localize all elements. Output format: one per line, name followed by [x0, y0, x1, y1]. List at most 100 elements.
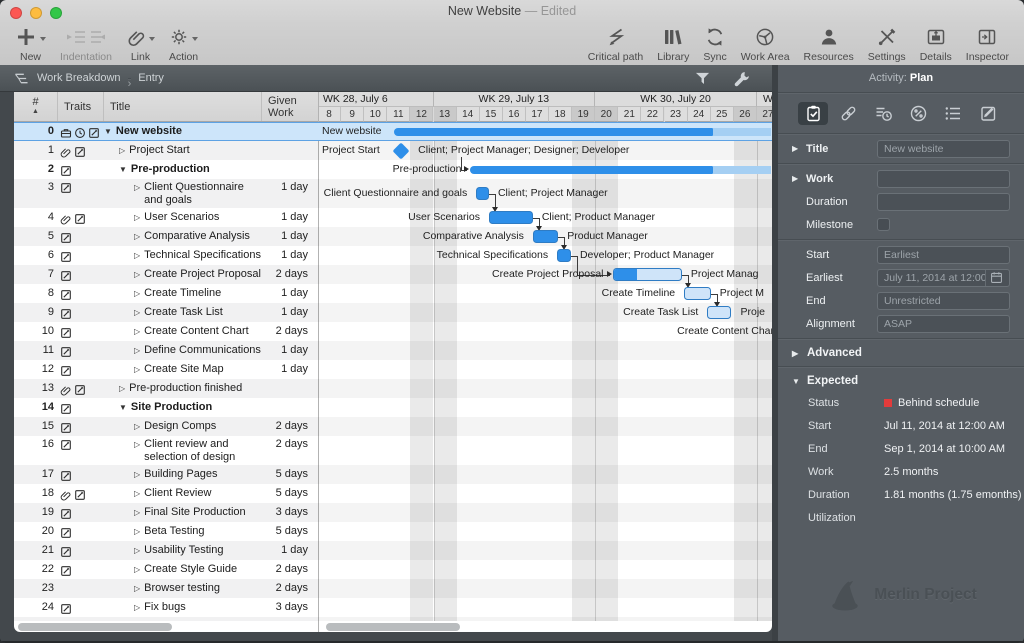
disclosure-triangle[interactable]: ▷	[119, 382, 125, 395]
table-row[interactable]: 9▷Create Task List1 day	[14, 303, 318, 322]
table-row[interactable]: 5▷Comparative Analysis1 day	[14, 227, 318, 246]
disclosure-triangle[interactable]: ▷	[134, 268, 140, 281]
filter-icon[interactable]	[694, 71, 711, 86]
disclosure-triangle[interactable]: ▷	[134, 544, 140, 557]
gantt-bar-task[interactable]	[684, 287, 711, 300]
gantt-row[interactable]	[318, 560, 772, 579]
disclosure-triangle[interactable]: ▷	[134, 582, 140, 595]
disclosure-triangle[interactable]: ▷	[134, 181, 140, 207]
disclosure-triangle[interactable]: ▷	[134, 525, 140, 538]
table-row[interactable]: 11▷Define Communications1 day	[14, 341, 318, 360]
table-row[interactable]: 14▼Site Production	[14, 398, 318, 417]
table-row[interactable]: 18▷Client Review5 days	[14, 484, 318, 503]
toolbar-button-workarea[interactable]: Work Area	[734, 24, 797, 65]
inspector-tab-plan[interactable]	[798, 102, 828, 125]
gantt-row[interactable]	[318, 465, 772, 484]
gantt-bar-task[interactable]	[489, 211, 533, 224]
column-header-traits[interactable]: Traits	[58, 92, 104, 121]
toolbar-button-new[interactable]: New	[8, 24, 53, 65]
gantt-row[interactable]	[318, 579, 772, 598]
table-row[interactable]: 20▷Beta Testing5 days	[14, 522, 318, 541]
disclosure-triangle[interactable]: ▷	[134, 563, 140, 576]
toolbar-button-settings[interactable]: Settings	[861, 24, 913, 65]
alignment-input[interactable]: ASAP	[877, 315, 1010, 333]
gantt-bar-summary[interactable]	[394, 128, 713, 136]
gantt-bar-task[interactable]	[613, 268, 682, 281]
chart-horizontal-scrollbar[interactable]	[326, 623, 460, 631]
table-row[interactable]: 4▷User Scenarios1 day	[14, 208, 318, 227]
gantt-row[interactable]	[318, 522, 772, 541]
gantt-row[interactable]	[318, 303, 772, 322]
gantt-bar-task[interactable]	[476, 187, 489, 200]
column-header-title[interactable]: Title	[104, 92, 262, 121]
table-row[interactable]: 12▷Create Site Map1 day	[14, 360, 318, 379]
start-input[interactable]: Earliest	[877, 246, 1010, 264]
gantt-bar-task[interactable]	[533, 230, 558, 243]
table-row[interactable]: 2▼Pre-production	[14, 160, 318, 179]
gantt-row[interactable]	[318, 503, 772, 522]
table-row[interactable]: 23▷Browser testing2 days	[14, 579, 318, 598]
title-input[interactable]: New website	[877, 140, 1010, 158]
toolbar-button-sync[interactable]: Sync	[696, 24, 733, 65]
disclosure-triangle[interactable]: ▷	[134, 211, 140, 224]
table-row[interactable]: 8▷Create Timeline1 day	[14, 284, 318, 303]
table-row[interactable]: 7▷Create Project Proposal2 days	[14, 265, 318, 284]
disclosure-triangle[interactable]: ▶	[792, 144, 801, 153]
disclosure-triangle[interactable]: ▷	[134, 363, 140, 376]
inspector-tab-utilization[interactable]	[904, 102, 934, 125]
disclosure-triangle[interactable]: ▷	[134, 230, 140, 243]
table-row[interactable]: 19▷Final Site Production3 days	[14, 503, 318, 522]
table-row[interactable]: 17▷Building Pages5 days	[14, 465, 318, 484]
duration-input[interactable]	[877, 193, 1010, 211]
disclosure-triangle[interactable]: ▼	[104, 125, 112, 138]
disclosure-triangle[interactable]: ▷	[119, 144, 125, 157]
toolbar-button-library[interactable]: Library	[650, 24, 696, 65]
table-row[interactable]: 15▷Design Comps2 days	[14, 417, 318, 436]
disclosure-triangle[interactable]: ▷	[134, 438, 140, 464]
gantt-bar-summary[interactable]	[470, 166, 713, 174]
disclosure-triangle[interactable]: ▷	[134, 249, 140, 262]
gantt-row[interactable]	[318, 341, 772, 360]
calendar-icon[interactable]	[985, 270, 1003, 286]
toolbar-button-details[interactable]: Details	[913, 24, 959, 65]
toolbar-button-action[interactable]: Action	[162, 24, 205, 65]
disclosure-triangle[interactable]: ▷	[134, 344, 140, 357]
table-row[interactable]: 21▷Usability Testing1 day	[14, 541, 318, 560]
disclosure-triangle[interactable]: ▶	[792, 174, 801, 183]
advanced-section-header[interactable]: ▶Advanced	[778, 342, 1024, 363]
table-horizontal-scrollbar[interactable]	[18, 623, 172, 631]
table-row[interactable]: 13▷Pre-production finished	[14, 379, 318, 398]
table-row[interactable]: 24▷Fix bugs3 days	[14, 598, 318, 617]
table-row[interactable]: 6▷Technical Specifications1 day	[14, 246, 318, 265]
column-header-given-work[interactable]: Given Work	[262, 92, 318, 121]
disclosure-triangle[interactable]: ▼	[119, 163, 127, 176]
disclosure-triangle[interactable]: ▼	[119, 401, 127, 414]
disclosure-triangle[interactable]: ▷	[134, 420, 140, 433]
gantt-row[interactable]	[318, 436, 772, 465]
disclosure-triangle[interactable]: ▷	[134, 487, 140, 500]
expected-section-header[interactable]: ▼Expected	[778, 370, 1024, 391]
earliest-input[interactable]: July 11, 2014 at 12:00 AM	[877, 269, 1010, 287]
disclosure-triangle[interactable]: ▷	[134, 468, 140, 481]
gantt-row[interactable]	[318, 484, 772, 503]
toolbar-button-link[interactable]: Link	[119, 24, 162, 65]
inspector-tab-notes[interactable]	[974, 102, 1004, 125]
gantt-row[interactable]	[318, 360, 772, 379]
disclosure-triangle[interactable]: ▷	[134, 325, 140, 338]
gantt-row[interactable]	[318, 598, 772, 617]
gantt-bar-task[interactable]	[557, 249, 571, 262]
table-row[interactable]: 22▷Create Style Guide2 days	[14, 560, 318, 579]
work-input[interactable]	[877, 170, 1010, 188]
column-header-number[interactable]: #▲	[14, 92, 58, 121]
disclosure-triangle[interactable]: ▷	[134, 306, 140, 319]
gantt-row[interactable]	[318, 541, 772, 560]
table-row[interactable]: 16▷Client review and selection of design…	[14, 436, 318, 465]
gantt-bar-task[interactable]	[707, 306, 731, 319]
inspector-tab-assignments[interactable]	[868, 102, 898, 125]
wrench-icon[interactable]	[733, 70, 750, 87]
inspector-tab-attributes[interactable]	[939, 102, 969, 125]
end-input[interactable]: Unrestricted	[877, 292, 1010, 310]
disclosure-triangle[interactable]: ▷	[134, 287, 140, 300]
table-row[interactable]: 0▼New website	[14, 122, 318, 141]
breadcrumb-work-breakdown[interactable]: Work Breakdown	[37, 72, 121, 84]
